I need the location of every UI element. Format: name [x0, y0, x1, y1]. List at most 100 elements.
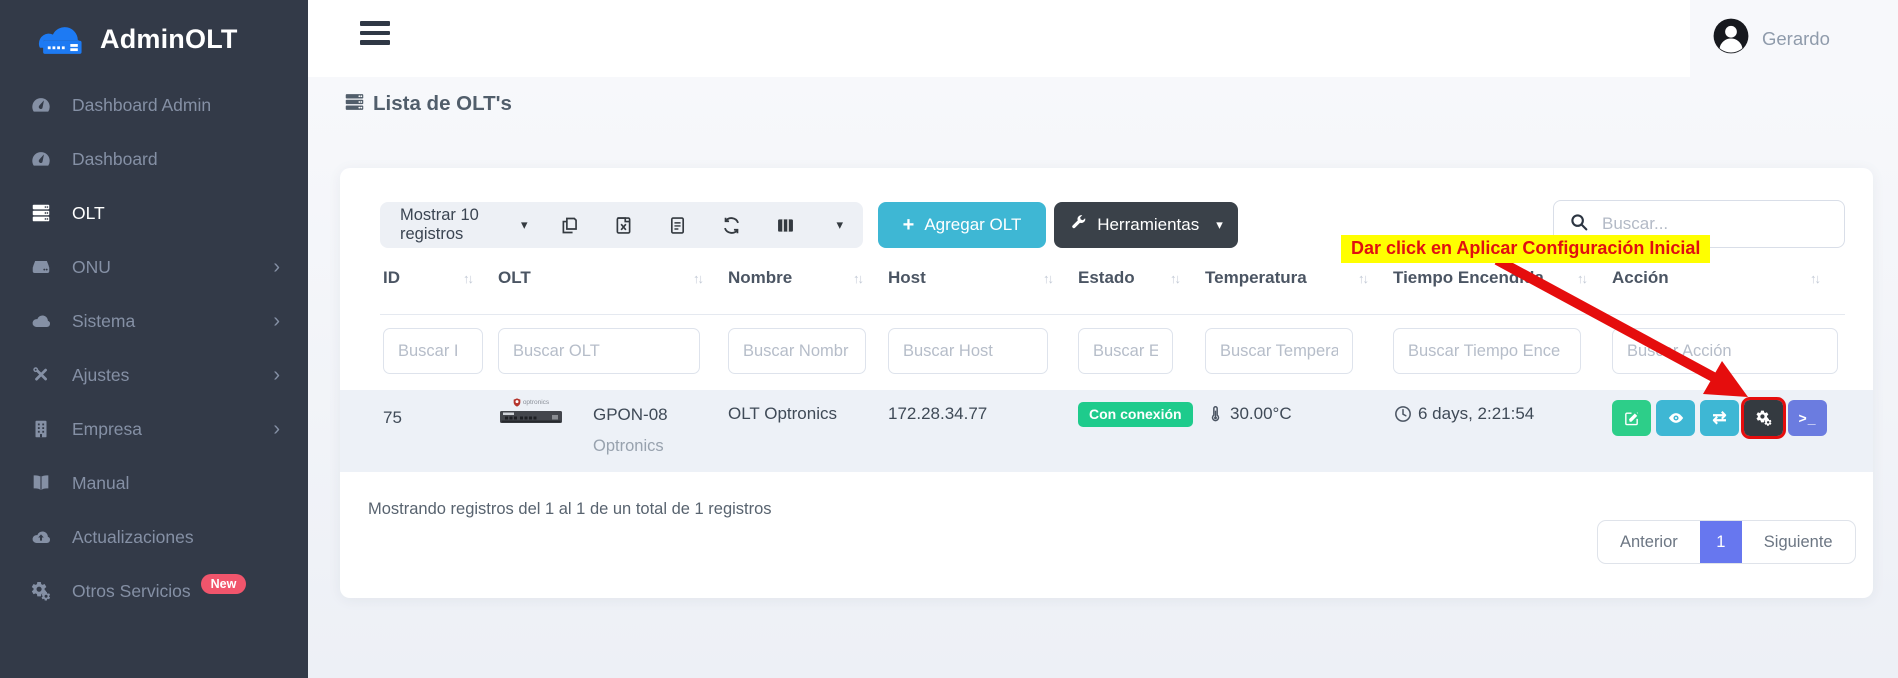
book-icon — [30, 472, 54, 494]
hdd-icon — [30, 256, 54, 278]
refresh-icon[interactable] — [721, 215, 742, 236]
column-header-accion[interactable]: Acción↑↓ — [1612, 268, 1845, 288]
filter-tiempo-input[interactable] — [1393, 328, 1581, 374]
gears-icon — [1755, 409, 1773, 427]
search-input[interactable] — [1602, 214, 1802, 234]
sidebar-item-sistema[interactable]: Sistema › — [0, 294, 308, 348]
filter-host-input[interactable] — [888, 328, 1048, 374]
cell-temperatura: 30.00°C — [1205, 390, 1393, 472]
edit-icon — [1623, 410, 1640, 427]
olt-brand: Optronics — [593, 437, 664, 456]
cell-host: 172.28.34.77 — [888, 390, 1078, 472]
copy-icon[interactable] — [559, 215, 580, 236]
tools-icon — [30, 364, 54, 386]
filter-id-input[interactable] — [383, 328, 483, 374]
cell-estado: Con conexión — [1078, 390, 1205, 472]
user-menu[interactable]: Gerardo — [1690, 0, 1898, 77]
filter-accion-input[interactable] — [1612, 328, 1838, 374]
column-header-host[interactable]: Host↑↓ — [888, 268, 1078, 288]
table-header-row: ID↑↓ OLT↑↓ Nombre↑↓ Host↑↓ Estado↑↓ Temp… — [383, 268, 1845, 288]
cell-olt: optronics GPON-08 Optronics — [498, 390, 728, 472]
add-olt-button[interactable]: + Agregar OLT — [878, 202, 1046, 248]
column-header-tiempo-encendida[interactable]: Tiempo Encendida↑↓ — [1393, 268, 1612, 288]
chevron-right-icon: › — [273, 419, 280, 439]
filter-olt-input[interactable] — [498, 328, 700, 374]
server-icon — [344, 91, 365, 117]
annotation-callout: Dar click en Aplicar Configuración Inici… — [1341, 235, 1710, 263]
hamburger-menu-icon[interactable] — [360, 21, 392, 50]
sidebar-item-manual[interactable]: Manual — [0, 456, 308, 510]
gauge-icon — [30, 148, 54, 170]
pagination-page-1[interactable]: 1 — [1700, 521, 1742, 563]
cell-accion: ⇄ >_ — [1612, 390, 1845, 472]
table-toolbar: Mostrar 10 registros ▾ — [380, 202, 863, 248]
apply-initial-config-button[interactable] — [1744, 400, 1783, 436]
building-icon — [30, 418, 54, 440]
filter-estado-input[interactable] — [1078, 328, 1173, 374]
filter-nombre-input[interactable] — [728, 328, 866, 374]
sidebar-item-onu[interactable]: ONU › — [0, 240, 308, 294]
sidebar-item-olt[interactable]: OLT — [0, 186, 308, 240]
sidebar-item-ajustes[interactable]: Ajustes › — [0, 348, 308, 402]
column-header-olt[interactable]: OLT↑↓ — [498, 268, 728, 288]
sidebar-item-label: ONU — [72, 257, 111, 278]
brand-name: AdminOLT — [100, 24, 238, 55]
terminal-button[interactable]: >_ — [1788, 400, 1827, 436]
view-button[interactable] — [1656, 400, 1695, 436]
chevron-right-icon: › — [273, 365, 280, 385]
column-header-estado[interactable]: Estado↑↓ — [1078, 268, 1205, 288]
edit-button[interactable] — [1612, 400, 1651, 436]
olt-device-thumbnail: optronics — [500, 398, 562, 430]
cell-id: 75 — [383, 390, 498, 472]
olt-list-card: Mostrar 10 registros ▾ — [340, 168, 1873, 598]
sort-icon: ↑↓ — [1043, 271, 1052, 286]
pagination-next[interactable]: Siguiente — [1742, 521, 1855, 563]
page-length-select[interactable]: Mostrar 10 registros — [400, 206, 514, 244]
sidebar-item-empresa[interactable]: Empresa › — [0, 402, 308, 456]
sort-icon: ↑↓ — [693, 271, 702, 286]
sidebar-item-actualizaciones[interactable]: Actualizaciones — [0, 510, 308, 564]
sidebar-item-label: Otros Servicios — [72, 581, 191, 602]
cell-nombre: OLT Optronics — [728, 390, 888, 472]
table-filter-row — [383, 328, 1845, 374]
olt-device-image — [500, 410, 562, 425]
main-content: Lista de OLT's Mostrar 10 registros ▾ — [308, 77, 1898, 678]
brand-logo-icon — [30, 16, 90, 63]
pagination-previous[interactable]: Anterior — [1598, 521, 1700, 563]
sidebar-item-dashboard[interactable]: Dashboard — [0, 132, 308, 186]
gears-icon — [30, 580, 54, 602]
filter-temperatura-input[interactable] — [1205, 328, 1353, 374]
cell-tiempo-encendida: 6 days, 2:21:54 — [1393, 390, 1612, 472]
thermometer-icon — [1205, 404, 1225, 424]
clock-icon — [1393, 404, 1413, 424]
table-info: Mostrando registros del 1 al 1 de un tot… — [368, 500, 772, 519]
column-header-id[interactable]: ID↑↓ — [383, 268, 498, 288]
username: Gerardo — [1762, 28, 1830, 50]
caret-down-icon: ▾ — [521, 217, 528, 233]
sidebar-item-otros-servicios[interactable]: Otros Servicios New — [0, 564, 308, 618]
chevron-right-icon: › — [273, 257, 280, 277]
column-header-nombre[interactable]: Nombre↑↓ — [728, 268, 888, 288]
sidebar: AdminOLT Dashboard Admin Dashboard OLT — [0, 0, 308, 678]
sidebar-item-label: Dashboard Admin — [72, 95, 211, 116]
sidebar-item-dashboard-admin[interactable]: Dashboard Admin — [0, 78, 308, 132]
column-visibility-icon[interactable] — [775, 215, 796, 236]
terminal-icon: >_ — [1799, 410, 1817, 426]
sidebar-item-label: Manual — [72, 473, 129, 494]
caret-down-icon[interactable]: ▾ — [836, 217, 843, 233]
sort-icon: ↑↓ — [463, 271, 472, 286]
excel-export-icon[interactable] — [613, 215, 634, 236]
sort-icon: ↑↓ — [1170, 271, 1179, 286]
olt-model: GPON-08 — [593, 405, 668, 425]
tools-dropdown-button[interactable]: Herramientas ▾ — [1054, 202, 1238, 248]
column-header-temperatura[interactable]: Temperatura↑↓ — [1205, 268, 1393, 288]
transfer-button[interactable]: ⇄ — [1700, 400, 1739, 436]
avatar — [1712, 17, 1750, 60]
brand[interactable]: AdminOLT — [0, 0, 308, 66]
cloud-upload-icon — [30, 526, 54, 548]
file-export-icon[interactable] — [667, 215, 688, 236]
caret-down-icon: ▾ — [1216, 217, 1223, 233]
sort-icon: ↑↓ — [1577, 271, 1586, 286]
sidebar-item-label: Ajustes — [72, 365, 129, 386]
new-badge: New — [201, 574, 247, 594]
